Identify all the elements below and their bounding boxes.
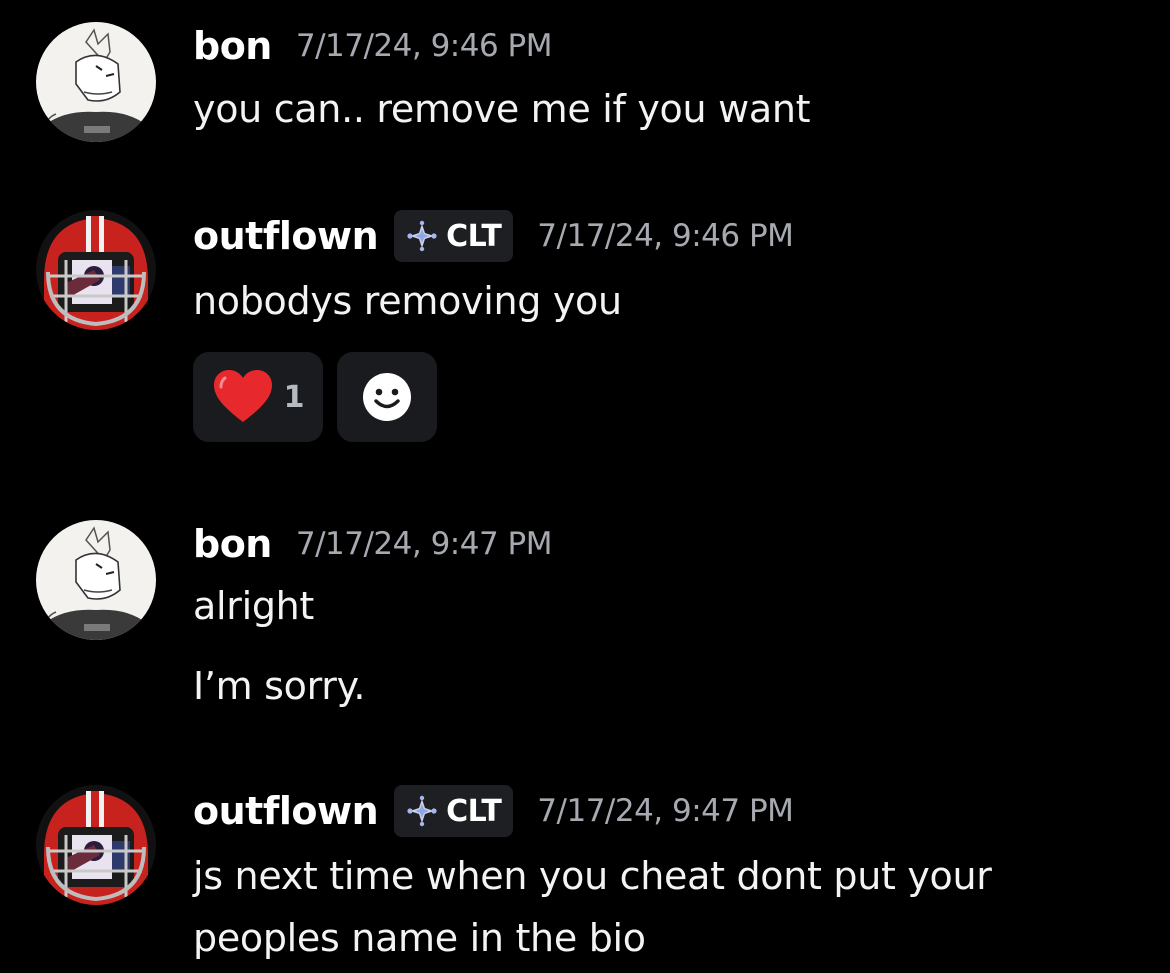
- message-header: bon 7/17/24, 9:47 PM: [193, 518, 553, 570]
- avatar[interactable]: [36, 520, 156, 640]
- tag-label: CLT: [446, 793, 502, 829]
- heart-emoji-icon: [213, 370, 272, 422]
- timestamp: 7/17/24, 9:47 PM: [295, 526, 553, 562]
- reaction-heart-button[interactable]: 1: [193, 352, 323, 442]
- sparkle-diamond-icon: [407, 795, 437, 827]
- username[interactable]: outflown: [193, 789, 379, 833]
- message-text: js next time when you cheat dont put you…: [193, 854, 992, 898]
- message-text: peoples name in the bio: [193, 916, 646, 960]
- add-reaction-button[interactable]: [337, 352, 437, 442]
- message-text: I’m sorry.: [193, 664, 366, 708]
- sketch-character-avatar-icon: [36, 22, 156, 142]
- message-text: you can.. remove me if you want: [193, 87, 811, 131]
- timestamp: 7/17/24, 9:47 PM: [537, 793, 794, 829]
- message-text: nobodys removing you: [193, 279, 622, 323]
- clan-tag[interactable]: CLT: [394, 210, 514, 262]
- avatar[interactable]: [36, 22, 156, 142]
- avatar[interactable]: [36, 785, 156, 905]
- username[interactable]: bon: [193, 24, 272, 68]
- sketch-character-avatar-icon: [36, 520, 156, 640]
- username[interactable]: bon: [193, 522, 272, 566]
- message: bon 7/17/24, 9:46 PM you can.. remove me…: [0, 0, 1170, 160]
- football-helmet-avatar-icon: [36, 210, 156, 330]
- clan-tag[interactable]: CLT: [394, 785, 514, 837]
- message-header: outflown CLT 7/17/24, 9:47 PM: [193, 785, 794, 837]
- avatar[interactable]: [36, 210, 156, 330]
- message: bon 7/17/24, 9:47 PM alright I’m sorry.: [0, 500, 1170, 730]
- message: outflown CLT 7/17/24, 9:46 PM nobodys re…: [0, 200, 1170, 450]
- message-header: bon 7/17/24, 9:46 PM: [193, 20, 553, 72]
- reaction-count: 1: [283, 379, 305, 415]
- timestamp: 7/17/24, 9:46 PM: [295, 28, 553, 64]
- timestamp: 7/17/24, 9:46 PM: [537, 218, 794, 254]
- username[interactable]: outflown: [193, 214, 379, 258]
- add-reaction-smiley-icon: [363, 373, 411, 421]
- tag-label: CLT: [446, 218, 502, 254]
- message-header: outflown CLT 7/17/24, 9:46 PM: [193, 210, 794, 262]
- sparkle-diamond-icon: [407, 220, 437, 252]
- message-text: alright: [193, 584, 315, 628]
- football-helmet-avatar-icon: [36, 785, 156, 905]
- message: outflown CLT 7/17/24, 9:47 PM js next ti…: [0, 775, 1170, 973]
